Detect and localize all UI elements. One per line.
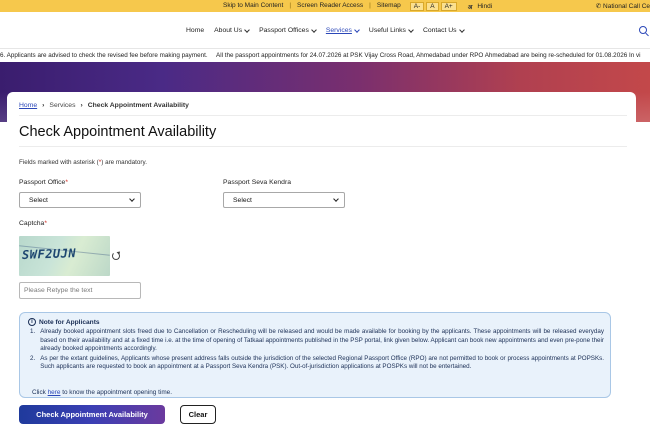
main-nav: Home About Us Passport Offices Services … — [0, 12, 650, 48]
ticker-item[interactable]: All the passport appointments for 24.07.… — [216, 52, 641, 59]
chevron-down-icon — [458, 26, 465, 33]
search-icon[interactable] — [639, 26, 647, 34]
chevron-down-icon — [129, 196, 135, 202]
info-icon: i — [28, 318, 36, 326]
list-number: 2. — [30, 354, 36, 362]
passport-office-select[interactable]: Select — [19, 192, 141, 208]
nav-item-about-us[interactable]: About Us — [214, 26, 250, 34]
nav-item-label: About Us — [214, 27, 243, 34]
breadcrumb-separator: › — [42, 102, 45, 109]
breadcrumb-home[interactable]: Home — [19, 102, 37, 109]
chevron-down-icon — [333, 196, 339, 202]
mandatory-note-text: ) are mandatory. — [101, 159, 147, 166]
note-heading-text: Note for Applicants — [39, 318, 100, 326]
mandatory-note-text: Fields marked with asterisk ( — [19, 159, 99, 166]
note-heading: i Note for Applicants — [28, 318, 100, 326]
phone-icon: ✆ — [595, 3, 602, 10]
chevron-down-icon — [311, 26, 317, 33]
psk-select[interactable]: Select — [223, 192, 345, 208]
captcha-image: SWF2UJN — [19, 236, 110, 276]
nav-item-home[interactable]: Home — [186, 27, 204, 34]
nav-item-services[interactable]: Services — [325, 26, 360, 34]
passport-office-label-text: Passport Office — [19, 179, 66, 186]
nav-menu: Home About Us Passport Offices Services … — [186, 26, 465, 34]
call-centre-link[interactable]: ✆ National Call Ce — [596, 2, 650, 10]
opening-time-text: Click — [32, 389, 48, 396]
clear-button[interactable]: Clear — [180, 405, 216, 424]
psk-label: Passport Seva Kendra — [223, 179, 292, 186]
chevron-down-icon — [244, 26, 250, 33]
news-ticker: 6. Applicants are advised to check the r… — [0, 48, 650, 62]
list-number: 1. — [30, 328, 36, 335]
hindi-toggle[interactable]: अ Hindi — [465, 2, 498, 11]
ticker-item[interactable]: 6. Applicants are advised to check the r… — [0, 52, 208, 59]
font-increase-button[interactable]: A+ — [440, 2, 457, 11]
nav-item-label: Home — [186, 27, 205, 34]
captcha-text: SWF2UJN — [21, 246, 77, 262]
list-text: As per the extant guidelines, Applicants… — [40, 354, 604, 371]
mandatory-note: Fields marked with asterisk (*) are mand… — [19, 159, 147, 166]
divider — [19, 115, 627, 116]
opening-time-text: to know the appointment opening time. — [60, 389, 172, 396]
utility-separator: | — [369, 2, 371, 9]
nav-item-passport-offices[interactable]: Passport Offices — [259, 26, 317, 34]
divider — [19, 146, 627, 147]
passport-office-label: Passport Office* — [19, 179, 68, 186]
content-card: Home › Services › Check Appointment Avai… — [7, 92, 636, 434]
utility-bar: Skip to Main Content | Screen Reader Acc… — [0, 0, 650, 12]
applicant-note: i Note for Applicants 1. Already booked a… — [19, 312, 611, 398]
chevron-down-icon — [408, 26, 414, 33]
page-title: Check Appointment Availability — [19, 124, 217, 140]
check-availability-button[interactable]: Check Appointment Availability — [19, 405, 165, 424]
sitemap-link[interactable]: Sitemap — [374, 2, 404, 11]
call-centre-label: National Call Ce — [603, 3, 650, 10]
breadcrumb: Home › Services › Check Appointment Avai… — [19, 102, 189, 109]
font-size-controls: A- A A+ — [407, 2, 460, 11]
font-decrease-button[interactable]: A- — [409, 2, 425, 11]
nav-item-label: Services — [325, 27, 352, 34]
captcha-label: Captcha* — [19, 220, 47, 227]
required-asterisk: * — [44, 220, 47, 227]
utility-links: Skip to Main Content | Screen Reader Acc… — [220, 2, 498, 11]
chevron-down-icon — [354, 26, 360, 33]
opening-time-note: Click here to know the appointment openi… — [32, 389, 172, 396]
hindi-label: Hindi — [477, 3, 493, 10]
breadcrumb-services: Services — [49, 102, 76, 109]
utility-separator: | — [289, 2, 292, 9]
nav-item-useful-links[interactable]: Useful Links — [368, 26, 414, 34]
list-item: 1. Already booked appointment slots freed… — [30, 328, 604, 354]
psk-selected: Select — [233, 197, 252, 204]
list-item: 2. As per the extant guidelines, Applican… — [30, 355, 604, 372]
nav-item-label: Passport Offices — [259, 27, 309, 34]
breadcrumb-separator: › — [80, 102, 83, 109]
passport-office-selected: Select — [29, 197, 48, 204]
font-normal-button[interactable]: A — [426, 2, 439, 11]
captcha-label-text: Captcha — [19, 220, 45, 227]
screen-reader-link[interactable]: Screen Reader Access — [294, 2, 366, 11]
skip-main-link[interactable]: Skip to Main Content — [220, 2, 286, 11]
nav-item-contact-us[interactable]: Contact Us — [422, 26, 465, 34]
language-icon: अ — [467, 4, 473, 11]
captcha-input[interactable] — [19, 282, 141, 299]
required-asterisk: * — [65, 179, 68, 186]
note-list: 1. Already booked appointment slots freed… — [30, 328, 604, 373]
list-text: Already booked appointment slots freed d… — [40, 328, 604, 352]
refresh-icon[interactable] — [112, 252, 120, 260]
breadcrumb-current: Check Appointment Availability — [87, 102, 189, 109]
opening-time-link[interactable]: here — [48, 389, 61, 396]
nav-item-label: Contact Us — [422, 27, 457, 34]
nav-item-label: Useful Links — [368, 27, 406, 34]
